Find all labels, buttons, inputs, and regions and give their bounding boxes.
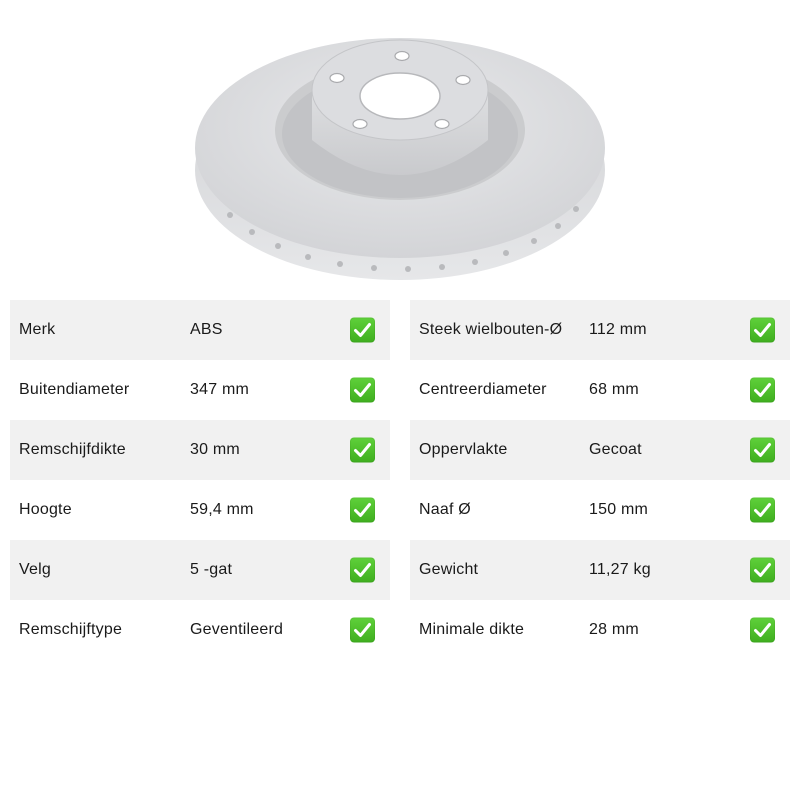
brake-disc-icon: [195, 38, 605, 280]
spec-value: Gecoat: [589, 441, 642, 458]
spec-label: Hoogte: [19, 501, 72, 518]
spec-row-gewicht: Gewicht 11,27 kg: [410, 540, 790, 600]
spec-value: Geventileerd: [190, 621, 284, 638]
spec-label: Gewicht: [419, 561, 479, 578]
spec-row-hoogte: Hoogte 59,4 mm: [10, 480, 390, 540]
spec-table-right: Steek wielbouten-Ø 112 mm Centreerdiamet…: [410, 300, 790, 660]
spec-row-remschijftype: Remschijftype Geventileerd: [10, 600, 390, 660]
spec-value: 112 mm: [589, 321, 647, 338]
check-icon: [750, 617, 775, 643]
check-icon: [750, 557, 775, 583]
spec-value: 347 mm: [190, 381, 249, 398]
spec-row-oppervlakte: Oppervlakte Gecoat: [410, 420, 790, 480]
spec-row-merk: Merk ABS: [10, 300, 390, 360]
spec-label: Buitendiameter: [19, 381, 130, 398]
check-icon: [350, 377, 375, 403]
spec-value: 68 mm: [589, 381, 639, 398]
spec-label: Remschijftype: [19, 621, 123, 638]
spec-row-buitendiameter: Buitendiameter 347 mm: [10, 360, 390, 420]
spec-value: 28 mm: [589, 621, 639, 638]
spec-label: Naaf Ø: [419, 501, 471, 518]
brake-disc-image: [190, 10, 610, 290]
spec-label: Steek wielbouten-Ø: [419, 321, 563, 338]
spec-label: Centreerdiameter: [419, 381, 547, 398]
check-icon: [350, 497, 375, 523]
check-icon: [750, 497, 775, 523]
spec-row-centreerdiameter: Centreerdiameter 68 mm: [410, 360, 790, 420]
spec-label: Merk: [19, 321, 56, 338]
spec-value: 30 mm: [190, 441, 240, 458]
spec-label: Remschijfdikte: [19, 441, 126, 458]
check-icon: [350, 617, 375, 643]
spec-table-left: Merk ABS Buitendiameter 347 mm Remschijf…: [10, 300, 390, 660]
spec-value: 59,4 mm: [190, 501, 254, 518]
check-icon: [350, 437, 375, 463]
check-icon: [350, 557, 375, 583]
spec-row-steek-wielbouten: Steek wielbouten-Ø 112 mm: [410, 300, 790, 360]
spec-value: 5 -gat: [190, 561, 233, 578]
spec-row-minimale-dikte: Minimale dikte 28 mm: [410, 600, 790, 660]
spec-row-velg: Velg 5 -gat: [10, 540, 390, 600]
spec-value: ABS: [190, 321, 223, 338]
check-icon: [750, 437, 775, 463]
spec-row-remschijfdikte: Remschijfdikte 30 mm: [10, 420, 390, 480]
spec-row-naaf: Naaf Ø 150 mm: [410, 480, 790, 540]
spec-label: Velg: [19, 561, 51, 578]
check-icon: [750, 317, 775, 343]
spec-value: 150 mm: [589, 501, 648, 518]
check-icon: [350, 317, 375, 343]
spec-label: Oppervlakte: [419, 441, 508, 458]
check-icon: [750, 377, 775, 403]
spec-value: 11,27 kg: [589, 561, 651, 578]
spec-label: Minimale dikte: [419, 621, 525, 638]
